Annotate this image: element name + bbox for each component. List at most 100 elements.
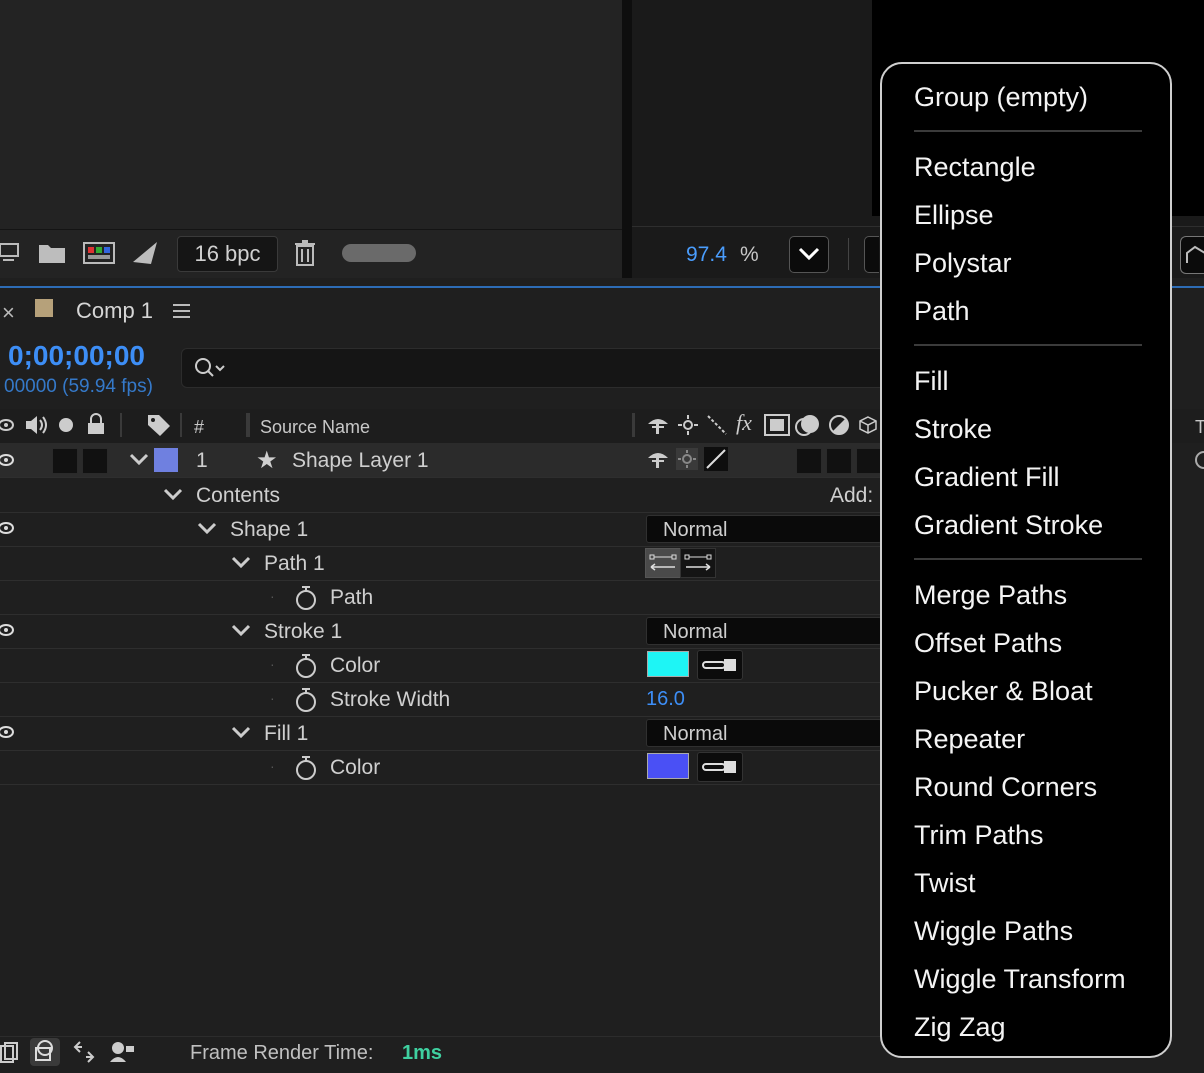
audio-toggle[interactable] [52,448,78,474]
lock-toggle[interactable] [82,448,108,474]
quality-icon[interactable] [706,414,728,436]
visibility-eye-icon[interactable] [0,723,18,741]
menu-item-merge-paths[interactable]: Merge Paths [914,580,1067,611]
lock-icon[interactable] [86,413,106,435]
3d-layer-icon[interactable] [858,415,878,435]
fill-color-row[interactable] [0,750,880,785]
menu-item-fill[interactable]: Fill [914,366,949,397]
path-property-row[interactable] [0,580,880,615]
parent-pickwhip-icon[interactable] [1192,450,1204,470]
stroke-width-value[interactable]: 16.0 [646,688,685,711]
audio-icon[interactable] [24,414,50,436]
eyedropper-button[interactable] [697,650,743,680]
blend-mode-select[interactable]: Normal [646,515,882,543]
label-tag-icon[interactable] [146,413,172,437]
panel-menu-icon[interactable] [172,303,192,319]
shy-icon[interactable] [646,414,670,436]
menu-item-zig-zag[interactable]: Zig Zag [914,1012,1006,1043]
stopwatch-icon[interactable] [294,755,318,781]
layer-search-input[interactable] [181,348,903,388]
viewer-tool-button-partial[interactable] [1180,236,1204,274]
solo-icon[interactable] [58,417,74,433]
menu-item-pucker-bloat[interactable]: Pucker & Bloat [914,676,1093,707]
path-direction-button-2[interactable] [680,548,716,578]
chevron-down-icon[interactable] [196,521,218,537]
comp-tab-title[interactable]: Comp 1 [76,298,153,324]
motion-blur-icon[interactable] [794,413,822,437]
frame-blending-icon[interactable] [764,413,790,437]
path-group-name[interactable]: Path 1 [264,552,325,576]
interpret-footage-icon[interactable] [0,242,20,264]
trash-icon[interactable] [294,240,316,266]
menu-item-repeater[interactable]: Repeater [914,724,1025,755]
collapse-switch-icon[interactable] [676,448,698,470]
blend-mode-select[interactable]: Normal [646,719,882,747]
layer-label-color[interactable] [154,448,178,472]
chevron-down-icon[interactable] [128,452,150,468]
stroke-color-row[interactable] [0,648,880,683]
shape-group-name[interactable]: Shape 1 [230,518,308,542]
folder-icon[interactable] [38,242,66,264]
blend-mode-select[interactable]: Normal [646,617,882,645]
menu-item-twist[interactable]: Twist [914,868,976,899]
menu-item-ellipse[interactable]: Ellipse [914,200,994,231]
adjustment-toggle[interactable] [856,448,882,474]
zoom-value[interactable]: 97.4 [686,243,727,267]
forward-path-icon [684,554,712,572]
stroke-color-swatch[interactable] [647,651,689,677]
menu-item-stroke[interactable]: Stroke [914,414,992,445]
visibility-eye-icon[interactable] [0,621,18,639]
menu-item-round-corners[interactable]: Round Corners [914,772,1097,803]
layer-switches-icon[interactable] [30,1038,60,1066]
current-timecode[interactable]: 0;00;00;00 [8,340,145,372]
transfer-controls-icon[interactable] [72,1040,96,1064]
menu-item-offset-paths[interactable]: Offset Paths [914,628,1062,659]
collapse-transform-icon[interactable] [678,415,698,435]
chevron-down-icon[interactable] [230,555,252,571]
visibility-eye-icon[interactable] [0,519,18,537]
bit-depth-button[interactable]: 16 bpc [177,236,278,272]
effects-icon[interactable]: fx [736,410,752,436]
add-menu-button[interactable]: Add: [830,484,873,508]
menu-item-gradient-fill[interactable]: Gradient Fill [914,462,1060,493]
menu-item-trim-paths[interactable]: Trim Paths [914,820,1044,851]
adjustment-layer-icon[interactable] [828,414,850,436]
chevron-down-icon[interactable] [230,725,252,741]
thumbnail-slider[interactable] [342,244,416,262]
menu-item-wiggle-transform[interactable]: Wiggle Transform [914,964,1126,995]
chevron-down-icon[interactable] [162,487,184,503]
layer-name[interactable]: Shape Layer 1 [292,449,429,473]
visibility-eye-icon[interactable] [0,451,18,469]
path-direction-button[interactable] [645,548,681,578]
menu-item-group[interactable]: Group (empty) [914,82,1088,113]
eyedropper-button[interactable] [697,752,743,782]
chevron-down-icon[interactable] [230,623,252,639]
menu-item-polystar[interactable]: Polystar [914,248,1012,279]
menu-item-rectangle[interactable]: Rectangle [914,152,1036,183]
stroke-group-name[interactable]: Stroke 1 [264,620,342,644]
shy-switch-icon[interactable] [646,448,670,470]
frame-blend-toggle[interactable] [796,448,822,474]
stopwatch-icon[interactable] [294,585,318,611]
source-name-header[interactable]: Source Name [260,417,370,438]
menu-item-wiggle-paths[interactable]: Wiggle Paths [914,916,1073,947]
fill-color-swatch[interactable] [647,753,689,779]
viewer-dropdown-partial[interactable] [864,236,879,273]
comp-flowchart-icon[interactable] [0,1042,20,1064]
render-queue-icon[interactable] [131,240,161,268]
contents-row[interactable] [0,478,880,513]
video-visibility-icon[interactable] [0,416,18,434]
tree-dot: · [270,656,275,672]
draft-3d-icon[interactable] [108,1040,136,1064]
quality-switch-icon[interactable] [704,447,728,471]
motion-blur-toggle[interactable] [826,448,852,474]
path-group-row[interactable] [0,546,880,581]
composition-icon[interactable] [83,241,115,265]
menu-item-gradient-stroke[interactable]: Gradient Stroke [914,510,1103,541]
fill-group-name[interactable]: Fill 1 [264,722,308,746]
stopwatch-icon[interactable] [294,687,318,713]
menu-item-path[interactable]: Path [914,296,970,327]
zoom-dropdown[interactable] [789,236,829,273]
stopwatch-icon[interactable] [294,653,318,679]
close-tab-icon[interactable]: × [2,300,15,326]
